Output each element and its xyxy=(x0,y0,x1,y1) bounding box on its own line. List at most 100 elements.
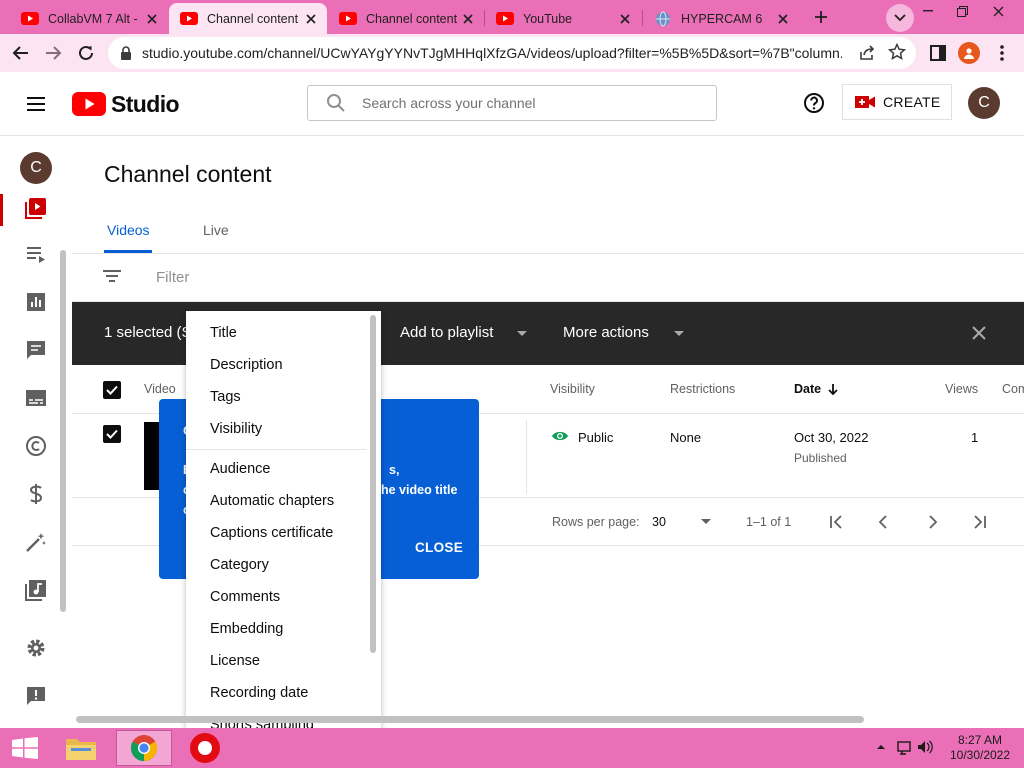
chevron-down-icon xyxy=(894,14,906,22)
channel-avatar[interactable]: C xyxy=(20,152,52,184)
tab-live[interactable]: Live xyxy=(203,222,229,238)
menu-item-title[interactable]: Title xyxy=(210,325,237,341)
menu-item-category[interactable]: Category xyxy=(210,557,269,573)
close-tab-icon[interactable] xyxy=(775,11,791,27)
menu-item-embedding[interactable]: Embedding xyxy=(210,621,283,637)
browser-tab-youtube[interactable]: YouTube xyxy=(485,3,641,34)
forward-button[interactable] xyxy=(40,39,68,67)
close-tab-icon[interactable] xyxy=(144,11,160,27)
browser-tab-hypercam[interactable]: HYPERCAM 6 xyxy=(643,3,799,34)
menu-item-tags[interactable]: Tags xyxy=(210,389,241,405)
sidebar-item-comments[interactable] xyxy=(24,338,48,362)
search-box[interactable] xyxy=(307,85,717,121)
column-header-comments[interactable]: Com xyxy=(1002,382,1024,396)
tab-title: YouTube xyxy=(523,11,573,26)
sidebar-item-audio-library[interactable] xyxy=(24,578,48,602)
sidebar-item-content[interactable] xyxy=(24,196,48,220)
menu-item-visibility[interactable]: Visibility xyxy=(210,421,262,437)
arrow-right-icon xyxy=(46,46,62,60)
column-header-views[interactable]: Views xyxy=(945,382,978,396)
filter-icon[interactable] xyxy=(102,268,122,284)
next-page-button[interactable] xyxy=(922,512,942,532)
close-icon[interactable] xyxy=(970,324,988,342)
tab-videos[interactable]: Videos xyxy=(107,222,150,238)
create-button[interactable]: CREATE xyxy=(842,84,952,120)
minimize-window-button[interactable] xyxy=(910,0,946,22)
close-window-button[interactable] xyxy=(980,0,1016,22)
menu-item-license[interactable]: License xyxy=(210,653,260,669)
sidebar-item-earn[interactable] xyxy=(24,482,48,506)
taskbar-recorder[interactable] xyxy=(182,730,228,766)
select-all-checkbox[interactable] xyxy=(103,381,121,399)
bookmark-star-icon[interactable] xyxy=(888,43,906,61)
share-icon[interactable] xyxy=(858,44,876,62)
sidebar-item-playlists[interactable] xyxy=(24,242,48,266)
horizontal-scrollbar[interactable] xyxy=(76,716,864,723)
account-avatar[interactable]: C xyxy=(968,87,1000,119)
studio-logo[interactable]: Studio xyxy=(72,90,180,118)
sidebar-item-customization[interactable] xyxy=(24,530,48,554)
menu-item-audience[interactable]: Audience xyxy=(210,461,270,477)
menu-item-description[interactable]: Description xyxy=(210,357,283,373)
column-header-restrictions[interactable]: Restrictions xyxy=(670,382,735,396)
folder-icon xyxy=(66,739,96,760)
back-button[interactable] xyxy=(6,39,34,67)
subtitles-icon xyxy=(26,390,46,406)
caret-down-icon[interactable] xyxy=(701,519,711,524)
add-to-playlist-button[interactable]: Add to playlist xyxy=(400,324,493,341)
sidebar-item-feedback[interactable] xyxy=(24,684,48,708)
column-header-date[interactable]: Date xyxy=(794,382,839,396)
column-header-visibility[interactable]: Visibility xyxy=(550,382,595,396)
close-tab-icon[interactable] xyxy=(617,11,633,27)
caret-down-icon xyxy=(517,331,527,336)
menu-scrollbar[interactable] xyxy=(370,315,376,653)
close-tab-icon[interactable] xyxy=(460,11,476,27)
last-page-button[interactable] xyxy=(970,512,990,532)
column-header-video[interactable]: Video xyxy=(144,382,176,396)
sidebar-item-subtitles[interactable] xyxy=(24,386,48,410)
menu-item-recording-date[interactable]: Recording date xyxy=(210,685,308,701)
visibility-eye-icon xyxy=(551,430,569,442)
restore-window-button[interactable] xyxy=(944,0,980,22)
taskbar-clock[interactable]: 8:27 AM 10/30/2022 xyxy=(940,733,1020,763)
rows-per-page-select[interactable]: 30 xyxy=(652,515,666,529)
menu-item-automatic-chapters[interactable]: Automatic chapters xyxy=(210,493,334,509)
previous-page-button[interactable] xyxy=(874,512,894,532)
restrictions-value: None xyxy=(670,430,702,445)
sidebar-item-analytics[interactable] xyxy=(24,290,48,314)
new-tab-button[interactable] xyxy=(808,4,834,30)
address-bar[interactable]: studio.youtube.com/channel/UCwYAYgYYNvTJ… xyxy=(108,37,916,69)
filter-input[interactable]: Filter xyxy=(156,269,189,286)
row-checkbox[interactable] xyxy=(103,425,121,443)
browser-profile-avatar[interactable] xyxy=(958,42,980,64)
menu-item-captions-certificate[interactable]: Captions certificate xyxy=(210,525,333,541)
url-text[interactable]: studio.youtube.com/channel/UCwYAYgYYNvTJ… xyxy=(142,45,842,61)
browser-menu-button[interactable] xyxy=(988,39,1016,67)
menu-item-comments[interactable]: Comments xyxy=(210,589,280,605)
arrow-left-icon xyxy=(12,46,28,60)
feedback-icon xyxy=(27,687,45,705)
sidebar-item-copyright[interactable] xyxy=(24,434,48,458)
search-input[interactable] xyxy=(362,95,682,111)
windows-start-button[interactable] xyxy=(12,737,38,759)
first-page-button[interactable] xyxy=(826,512,846,532)
more-actions-button[interactable]: More actions xyxy=(563,324,649,341)
tooltip-close-button[interactable]: CLOSE xyxy=(415,540,463,555)
browser-tab-channel-content[interactable]: Channel content xyxy=(328,3,484,34)
sidebar-item-settings[interactable] xyxy=(24,636,48,660)
taskbar-file-explorer[interactable] xyxy=(58,730,104,766)
reload-button[interactable] xyxy=(72,39,100,67)
checkmark-icon xyxy=(106,385,118,395)
left-sidebar: C xyxy=(0,136,72,728)
browser-tab-collabvm[interactable]: CollabVM 7 Alt - xyxy=(10,3,168,34)
taskbar-chrome[interactable] xyxy=(116,730,172,766)
last-page-icon xyxy=(974,515,986,529)
visibility-value[interactable]: Public xyxy=(578,430,613,445)
sidebar-scrollbar[interactable] xyxy=(60,250,66,612)
menu-button[interactable] xyxy=(24,92,48,116)
browser-tab-channel-content-active[interactable]: Channel content xyxy=(169,3,327,34)
close-tab-icon[interactable] xyxy=(303,11,319,27)
side-panel-button[interactable] xyxy=(924,39,952,67)
help-button[interactable] xyxy=(802,91,826,115)
tab-title: HYPERCAM 6 xyxy=(681,11,763,26)
